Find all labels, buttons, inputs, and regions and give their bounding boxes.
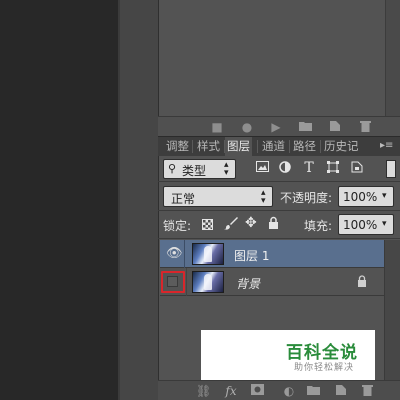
tab-adjustments[interactable]: 调整 <box>164 137 191 156</box>
watermark-subtitle: 助你轻松解决 <box>294 363 355 373</box>
play-icon[interactable]: ▶ <box>269 120 283 134</box>
tab-history[interactable]: 历史记 <box>322 137 361 156</box>
upper-panel-toolbar: ■ ● ▶ <box>158 116 400 136</box>
tab-channels[interactable]: 通道 <box>260 137 287 156</box>
layer-row-background[interactable]: 背景 <box>160 268 384 296</box>
fill-label: 填充: <box>304 219 333 233</box>
visibility-toggle-empty[interactable] <box>167 276 178 287</box>
tab-separator <box>192 140 193 153</box>
search-icon: ⚲ <box>168 162 177 175</box>
upper-panel <box>158 0 400 116</box>
filter-toggle[interactable] <box>386 160 396 178</box>
tab-separator <box>320 140 321 153</box>
lock-transparent-icon[interactable] <box>202 219 213 230</box>
tab-separator <box>257 140 258 153</box>
watermark: 百科全说 助你轻松解决 <box>201 330 375 380</box>
trash-icon[interactable] <box>358 120 372 134</box>
pixel-filter-icon[interactable] <box>255 161 269 175</box>
fill-field[interactable]: 100% ▾ <box>338 214 394 235</box>
brush-icon[interactable] <box>224 216 238 234</box>
panel-tab-bar: 调整 样式 图层 通道 路径 历史记 ▸≡ <box>158 136 400 156</box>
lock-all-icon[interactable] <box>268 216 279 232</box>
type-filter-icon[interactable]: T <box>302 161 316 175</box>
opacity-value: 100% <box>343 190 378 204</box>
adjustment-filter-icon[interactable] <box>278 161 292 175</box>
mask-icon[interactable] <box>250 384 264 398</box>
new-layer-icon[interactable] <box>334 384 348 398</box>
upper-panel-scrollbar[interactable] <box>385 0 400 116</box>
gutter-divider <box>118 0 120 400</box>
filter-kind-label: 类型 <box>182 164 207 178</box>
divider <box>158 210 400 211</box>
adjustment-layer-icon[interactable]: ◐ <box>282 384 296 398</box>
filter-kind-select[interactable]: ⚲ 类型 ▴ ▾ <box>163 159 236 179</box>
eye-icon[interactable]: 👁︎ <box>166 246 183 261</box>
lock-icon <box>357 275 367 290</box>
chevron-down-icon: ▾ <box>382 191 387 201</box>
blend-mode-select[interactable]: 正常 ▴ ▾ <box>163 186 273 207</box>
smart-object-filter-icon[interactable] <box>350 161 364 175</box>
link-icon[interactable]: ⛓ <box>196 384 211 398</box>
opacity-label: 不透明度: <box>280 191 333 205</box>
tab-styles[interactable]: 样式 <box>195 137 222 156</box>
delete-layer-icon[interactable] <box>360 384 374 398</box>
layer-name[interactable]: 图层 1 <box>234 247 269 264</box>
layers-scrollbar[interactable] <box>384 240 400 380</box>
updown-icon: ▴ ▾ <box>224 160 229 178</box>
record-icon[interactable]: ● <box>240 120 254 134</box>
shape-filter-icon[interactable] <box>326 161 340 175</box>
layer-thumbnail <box>192 271 224 293</box>
tab-paths[interactable]: 路径 <box>291 137 318 156</box>
column-divider <box>184 240 185 268</box>
blend-mode-value: 正常 <box>171 192 196 206</box>
column-divider <box>186 268 187 296</box>
lock-label: 锁定: <box>163 219 192 233</box>
updown-icon: ▴ ▾ <box>261 188 266 206</box>
tab-layers[interactable]: 图层 <box>225 137 252 156</box>
stop-icon[interactable]: ■ <box>210 120 224 134</box>
new-set-folder-icon[interactable] <box>298 120 312 134</box>
tab-separator <box>289 140 290 153</box>
divider <box>158 181 400 182</box>
move-icon[interactable]: ✥ <box>245 215 257 231</box>
layer-row-layer1[interactable]: 👁︎ 图层 1 <box>160 240 384 268</box>
panel-gutter <box>118 0 158 400</box>
fx-icon[interactable]: fx <box>224 384 238 398</box>
chevron-down-icon: ▾ <box>382 219 387 229</box>
layer-thumbnail <box>192 243 224 265</box>
fill-value: 100% <box>343 218 378 232</box>
layers-bottom-bar: ⛓ fx ◐ <box>158 380 400 400</box>
panel-menu-icon[interactable]: ▸≡ <box>380 140 393 151</box>
document-canvas <box>0 0 118 400</box>
layer-name[interactable]: 背景 <box>236 275 260 292</box>
divider <box>158 238 400 239</box>
opacity-field[interactable]: 100% ▾ <box>338 186 394 207</box>
new-group-icon[interactable] <box>306 384 320 398</box>
new-action-icon[interactable] <box>328 120 342 134</box>
